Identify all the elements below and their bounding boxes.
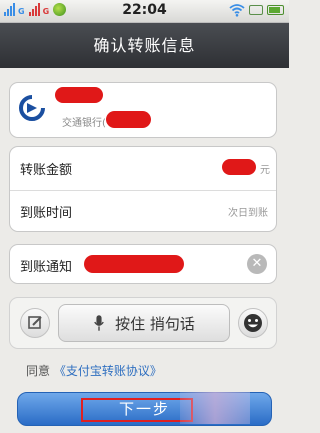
arrival-value: 次日到账	[228, 208, 268, 219]
arrival-notice-field[interactable]: 到账通知 ✕	[9, 244, 277, 284]
microphone-icon	[94, 315, 104, 331]
recipient-name-redacted	[55, 87, 103, 103]
next-label: 下一步	[118, 400, 170, 418]
wifi-icon	[229, 4, 245, 17]
agreement-prefix: 同意	[26, 364, 51, 378]
smiley-icon	[244, 314, 262, 332]
notice-label: 到账通知	[20, 260, 73, 275]
recipient-card[interactable]: 交通银行(	[9, 82, 277, 138]
clear-icon[interactable]: ✕	[247, 254, 267, 274]
battery-icon	[267, 5, 284, 15]
transfer-details-card: 转账金额 元 到账时间 次日到账	[9, 146, 277, 232]
amount-label: 转账金额	[20, 163, 73, 178]
arrival-row: 到账时间 次日到账	[10, 190, 276, 233]
account-number-redacted	[106, 111, 151, 128]
amount-row: 转账金额 元	[10, 147, 276, 191]
bank-name: 交通银行(	[62, 118, 106, 129]
arrival-label: 到账时间	[20, 206, 73, 221]
hold-to-talk-button[interactable]: 按住 捎句话	[58, 304, 230, 342]
edit-button[interactable]	[20, 308, 50, 338]
mail-icon	[249, 5, 263, 15]
status-right	[229, 3, 284, 17]
agreement-line: 同意 《支付宝转账协议》	[26, 362, 162, 379]
watermark-blur	[180, 392, 250, 424]
amount-redacted	[222, 159, 256, 175]
status-bar: G G 22:04	[0, 0, 289, 23]
notice-phone-redacted	[84, 255, 184, 273]
bank-logo-icon	[19, 95, 45, 121]
talk-label: 按住 捎句话	[115, 314, 195, 333]
page-title: 确认转账信息	[0, 23, 289, 68]
edit-icon	[28, 316, 42, 329]
emoji-button[interactable]	[238, 308, 268, 338]
message-bar: 按住 捎句话	[9, 297, 277, 349]
agreement-link[interactable]: 《支付宝转账协议》	[54, 364, 162, 378]
amount-unit: 元	[260, 165, 270, 176]
